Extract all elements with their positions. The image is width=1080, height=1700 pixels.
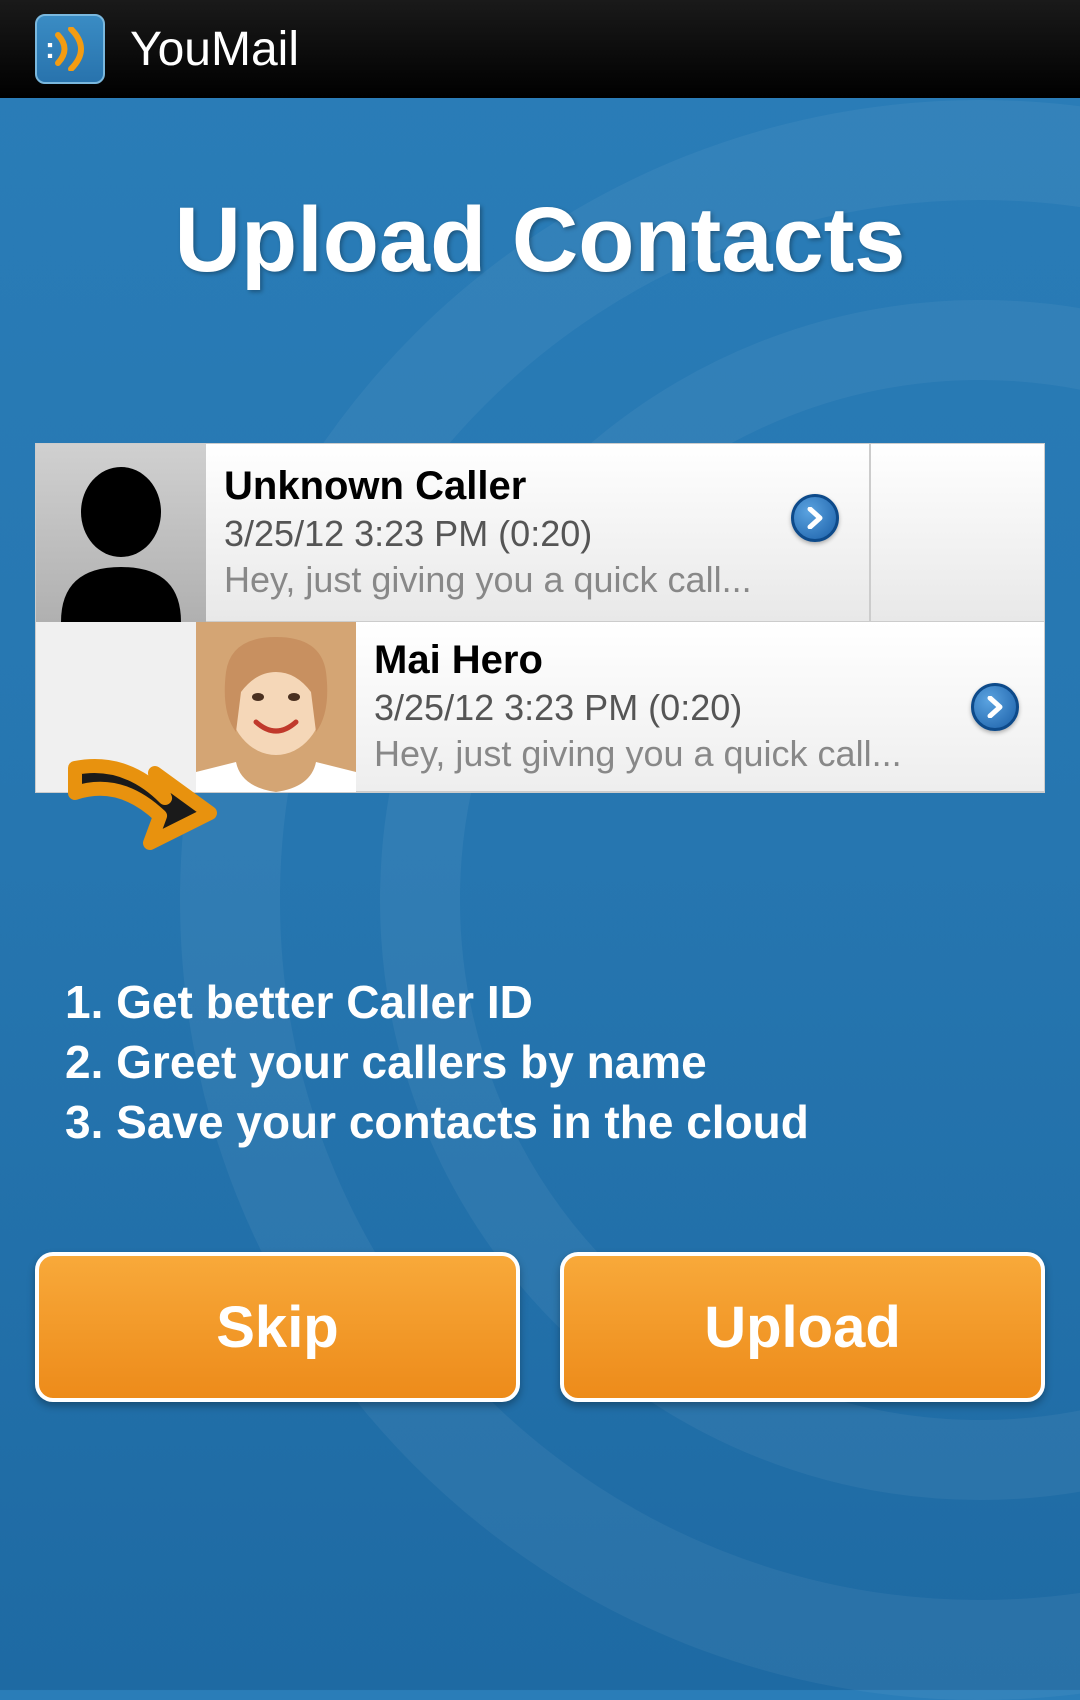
benefit-item-2: 2. Greet your callers by name	[65, 1033, 1045, 1093]
transform-arrow-icon	[55, 738, 225, 878]
chevron-right-icon	[806, 507, 824, 529]
call-timestamp: 3/25/12 3:23 PM (0:20)	[374, 687, 953, 729]
app-header: : YouMail	[0, 0, 1080, 98]
chevron-right-icon	[986, 696, 1004, 718]
app-title: YouMail	[130, 22, 299, 77]
voicemail-info: Unknown Caller 3/25/12 3:23 PM (0:20) He…	[206, 454, 1044, 611]
benefit-item-3: 3. Save your contacts in the cloud	[65, 1093, 1045, 1153]
call-snippet: Hey, just giving you a quick call...	[374, 733, 953, 775]
caller-name: Mai Hero	[374, 638, 953, 683]
voicemail-row-unknown: Unknown Caller 3/25/12 3:23 PM (0:20) He…	[36, 444, 1044, 622]
upload-button[interactable]: Upload	[560, 1252, 1045, 1402]
play-chevron-button[interactable]	[791, 494, 839, 542]
voicemail-info: Mai Hero 3/25/12 3:23 PM (0:20) Hey, jus…	[356, 628, 971, 785]
action-button-row: Skip Upload	[35, 1252, 1045, 1402]
page-title: Upload Contacts	[35, 188, 1045, 293]
benefit-item-1: 1. Get better Caller ID	[65, 973, 1045, 1033]
benefits-list: 1. Get better Caller ID 2. Greet your ca…	[35, 973, 1045, 1152]
call-timestamp: 3/25/12 3:23 PM (0:20)	[224, 513, 1026, 555]
call-snippet: Hey, just giving you a quick call...	[224, 559, 1026, 601]
logo-wave-icon	[53, 27, 93, 71]
skip-button[interactable]: Skip	[35, 1252, 520, 1402]
play-chevron-button[interactable]	[971, 683, 1019, 731]
avatar-unknown-icon	[36, 444, 206, 622]
voicemail-row-contact: Mai Hero 3/25/12 3:23 PM (0:20) Hey, jus…	[196, 622, 1044, 792]
caller-name: Unknown Caller	[224, 464, 1026, 509]
app-logo-icon: :	[35, 14, 105, 84]
row-divider	[869, 444, 871, 622]
